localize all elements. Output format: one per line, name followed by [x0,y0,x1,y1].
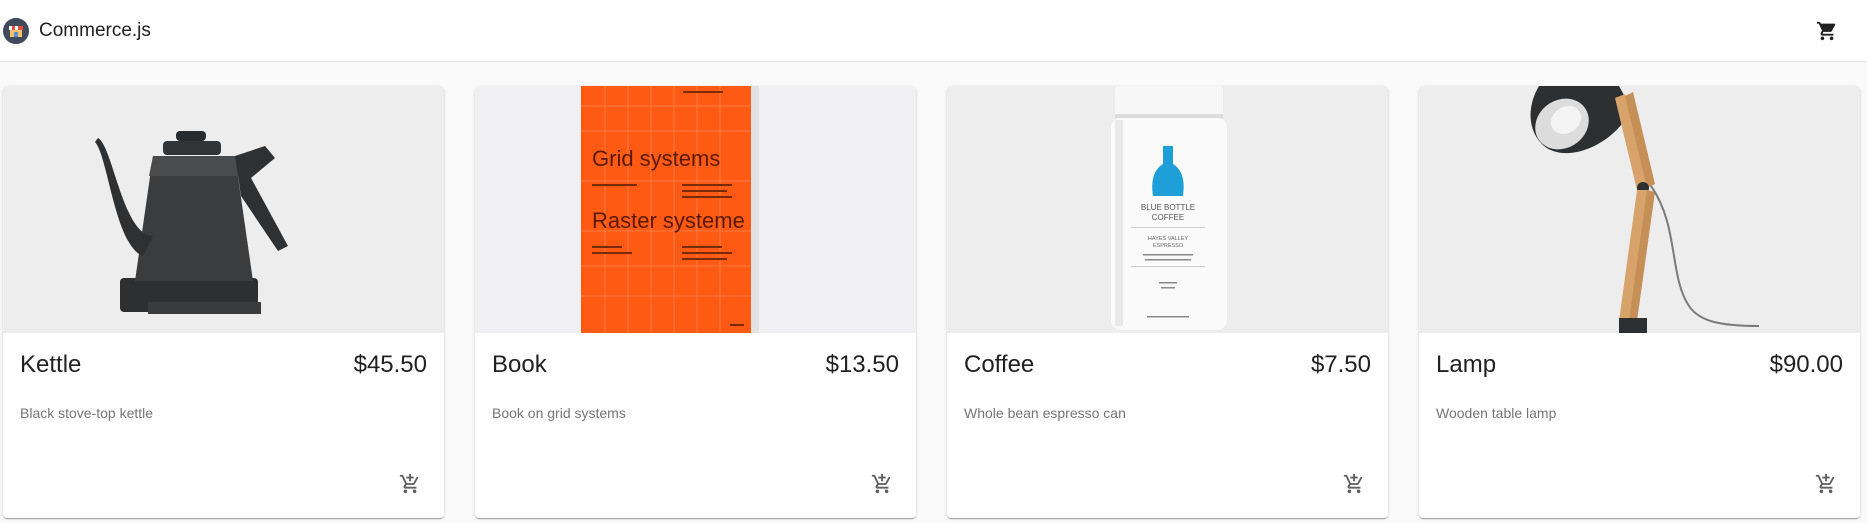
product-card-lamp: Lamp $90.00 Wooden table lamp [1419,86,1860,518]
app-bar: Commerce.js [0,0,1867,62]
add-to-cart-icon [871,473,891,494]
product-description: Wooden table lamp [1436,405,1557,421]
product-name: Lamp [1436,351,1497,378]
product-price: $7.50 [1310,351,1371,378]
card-header-row: Book $13.50 [492,351,899,379]
book-cover-title-2: Raster systeme [592,208,745,233]
card-content: Lamp $90.00 Wooden table lamp [1419,333,1860,421]
product-description: Book on grid systems [492,405,626,421]
add-to-cart-icon [399,473,419,494]
product-image-book: Grid systems Raster systeme [475,86,916,333]
product-image-lamp [1419,86,1860,333]
coffee-can-variety-2: ESPRESSO [1153,243,1184,249]
product-image-coffee: BLUE BOTTLE COFFEE HAYES VALLEY ESPRESSO [947,86,1388,333]
app-title: Commerce.js [39,19,151,41]
add-to-cart-button[interactable] [866,468,898,500]
add-to-cart-button[interactable] [1810,468,1842,500]
product-card-book: Grid systems Raster systeme Book $13.50 … [475,86,916,518]
card-content: Coffee $7.50 Whole bean espresso can [947,333,1388,421]
add-to-cart-icon [1343,473,1363,494]
product-name: Book [492,351,547,378]
product-grid: Kettle $45.50 Black stove-top kettle Gri… [3,86,1861,518]
add-to-cart-button[interactable] [394,468,426,500]
store-icon [3,17,29,44]
card-header-row: Kettle $45.50 [20,351,427,379]
book-cover-title-1: Grid systems [592,146,720,171]
brand-link[interactable]: Commerce.js [3,17,151,44]
product-name: Kettle [20,351,82,378]
product-card-coffee: BLUE BOTTLE COFFEE HAYES VALLEY ESPRESSO… [947,86,1388,518]
coffee-can-variety-1: HAYES VALLEY [1148,236,1188,242]
product-price: $90.00 [1769,351,1843,378]
card-header-row: Lamp $90.00 [1436,351,1843,379]
shopping-cart-icon [1816,21,1836,40]
product-price: $13.50 [825,351,899,378]
cart-button[interactable] [1807,11,1847,51]
add-to-cart-icon [1815,473,1835,494]
card-content: Book $13.50 Book on grid systems [475,333,916,421]
card-content: Kettle $45.50 Black stove-top kettle [3,333,444,421]
coffee-can-brand-1: BLUE BOTTLE [1141,203,1195,212]
card-header-row: Coffee $7.50 [964,351,1371,379]
coffee-can-brand-2: COFFEE [1152,213,1184,222]
product-description: Black stove-top kettle [20,405,154,421]
product-card-kettle: Kettle $45.50 Black stove-top kettle [3,86,444,518]
add-to-cart-button[interactable] [1338,468,1370,500]
product-price: $45.50 [353,351,427,378]
product-name: Coffee [964,351,1035,378]
product-image-kettle [3,86,444,333]
product-description: Whole bean espresso can [964,405,1126,421]
